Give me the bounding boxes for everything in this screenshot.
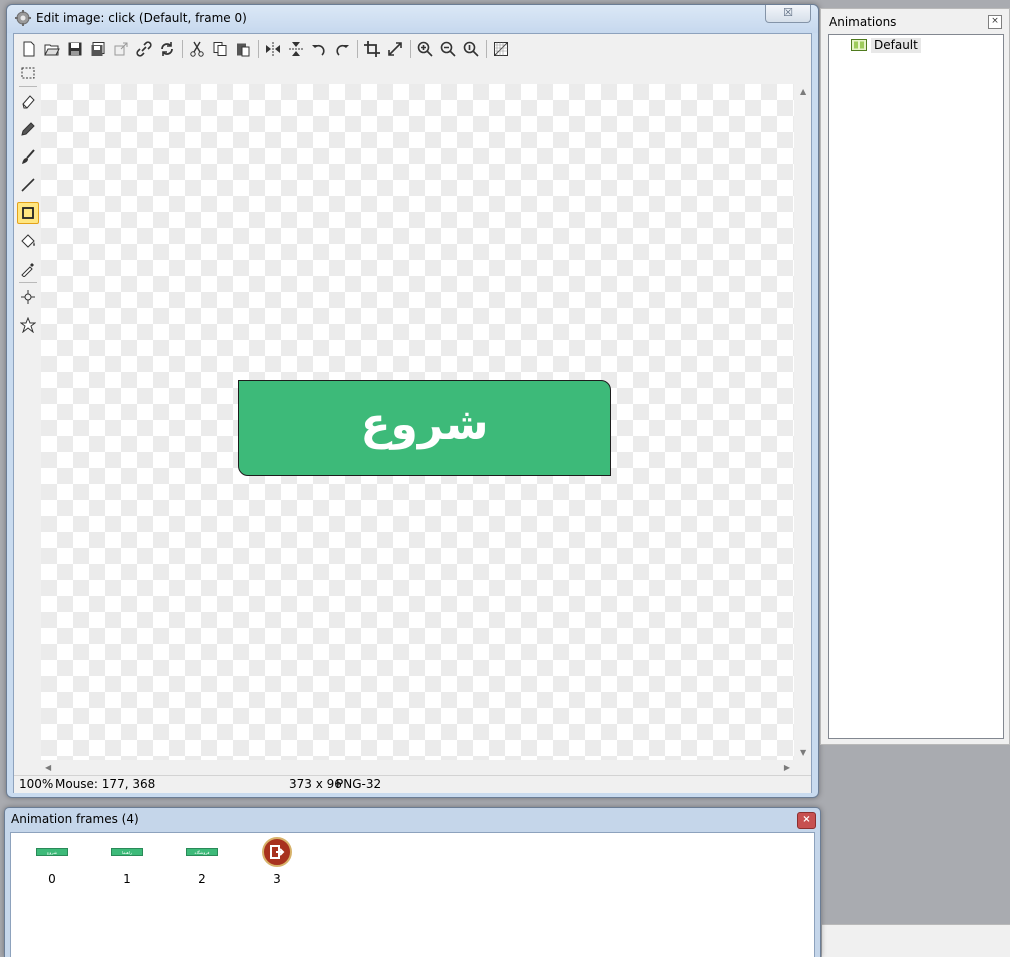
editor-titlebar[interactable]: Edit image: click (Default, frame 0) ☒ [7, 5, 818, 33]
scroll-up-icon[interactable]: ▲ [800, 87, 806, 96]
scroll-right-icon[interactable]: ▶ [784, 763, 790, 772]
status-bar: 100% Mouse: 177, 368 373 x 96 PNG-32 [14, 775, 811, 793]
animation-frames-window: Animation frames (4) × شروع 0 راهنما 1 ف… [4, 807, 821, 957]
copy-icon[interactable] [209, 38, 231, 60]
rotate-left-icon[interactable] [308, 38, 330, 60]
image-canvas[interactable]: شروع [41, 84, 794, 760]
animations-tree: Default [828, 34, 1004, 739]
save-icon[interactable] [64, 38, 86, 60]
vertical-scrollbar[interactable]: ▲ ▼ [796, 84, 811, 760]
animation-item-default[interactable]: Default [851, 37, 921, 53]
editor-title: Edit image: click (Default, frame 0) [36, 11, 247, 25]
zoom-out-icon[interactable] [437, 38, 459, 60]
frame-thumb-text: راهنما [122, 850, 132, 855]
crop-icon[interactable] [361, 38, 383, 60]
toolbar-separator [357, 40, 358, 58]
mouse-position: Mouse: 177, 368 [55, 777, 156, 791]
frame-thumbnail-1[interactable]: راهنما [111, 848, 143, 856]
toolbar-separator [182, 40, 183, 58]
background-panel-strip [822, 924, 1010, 957]
close-button[interactable]: ☒ [765, 5, 811, 23]
frame-thumbnail-2[interactable]: فروشگاه [186, 848, 218, 856]
image-editor-window: Edit image: click (Default, frame 0) ☒ ش… [6, 4, 819, 798]
paste-icon[interactable] [232, 38, 254, 60]
rectangle-tool[interactable] [17, 202, 39, 224]
refresh-icon[interactable] [156, 38, 178, 60]
new-icon[interactable] [18, 38, 40, 60]
rotate-right-icon[interactable] [331, 38, 353, 60]
scroll-left-icon[interactable]: ◀ [45, 763, 51, 772]
resize-icon[interactable] [384, 38, 406, 60]
toolbar-separator [258, 40, 259, 58]
panel-close-icon[interactable]: × [988, 15, 1002, 29]
frame-index-0: 0 [48, 872, 56, 886]
editor-toolbar [18, 37, 513, 61]
grid-icon[interactable] [490, 38, 512, 60]
tool-separator [19, 282, 37, 283]
origin-tool[interactable] [17, 286, 39, 308]
gear-icon [15, 10, 31, 26]
start-button-text: شروع [360, 398, 489, 450]
start-button-image: شروع [238, 380, 611, 476]
exit-door-icon[interactable] [262, 837, 292, 867]
zoom-in-icon[interactable] [414, 38, 436, 60]
frame-index-1: 1 [123, 872, 131, 886]
line-tool[interactable] [17, 174, 39, 196]
toolbar-separator [486, 40, 487, 58]
save-as-icon[interactable] [87, 38, 109, 60]
fill-tool[interactable] [17, 230, 39, 252]
zoom-actual-icon[interactable] [460, 38, 482, 60]
eraser-tool[interactable] [17, 90, 39, 112]
image-dimensions: 373 x 96 [289, 777, 342, 791]
flip-horizontal-icon[interactable] [262, 38, 284, 60]
brush-tool[interactable] [17, 146, 39, 168]
link-icon[interactable] [133, 38, 155, 60]
film-icon [851, 39, 867, 51]
export-icon[interactable] [110, 38, 132, 60]
zoom-level: 100% [19, 777, 54, 791]
frames-title: Animation frames (4) [11, 812, 139, 826]
animation-item-label: Default [871, 37, 921, 53]
frame-index-3: 3 [273, 872, 281, 886]
flip-vertical-icon[interactable] [285, 38, 307, 60]
animations-title: Animations [829, 15, 897, 29]
cut-icon[interactable] [186, 38, 208, 60]
pencil-tool[interactable] [17, 118, 39, 140]
frames-list: شروع 0 راهنما 1 فروشگاه 2 3 [10, 832, 815, 957]
frame-thumb-text: شروع [47, 850, 57, 855]
scroll-down-icon[interactable]: ▼ [800, 748, 806, 757]
eyedropper-tool[interactable] [17, 258, 39, 280]
horizontal-scrollbar[interactable]: ◀ ▶ [41, 760, 794, 775]
toolbar-separator [410, 40, 411, 58]
open-icon[interactable] [41, 38, 63, 60]
animations-panel: Animations × Default [820, 8, 1010, 745]
frame-thumb-text: فروشگاه [194, 850, 210, 855]
editor-client-area: شروع ▲ ▼ ◀ ▶ 100% Mouse: 177, 368 373 x … [13, 33, 812, 793]
frame-index-2: 2 [198, 872, 206, 886]
select-rect-tool[interactable] [17, 62, 39, 84]
close-icon[interactable]: × [797, 812, 816, 829]
action-point-tool[interactable] [17, 314, 39, 336]
tool-separator [19, 86, 37, 87]
image-format: PNG-32 [336, 777, 382, 791]
frame-thumbnail-0[interactable]: شروع [36, 848, 68, 856]
